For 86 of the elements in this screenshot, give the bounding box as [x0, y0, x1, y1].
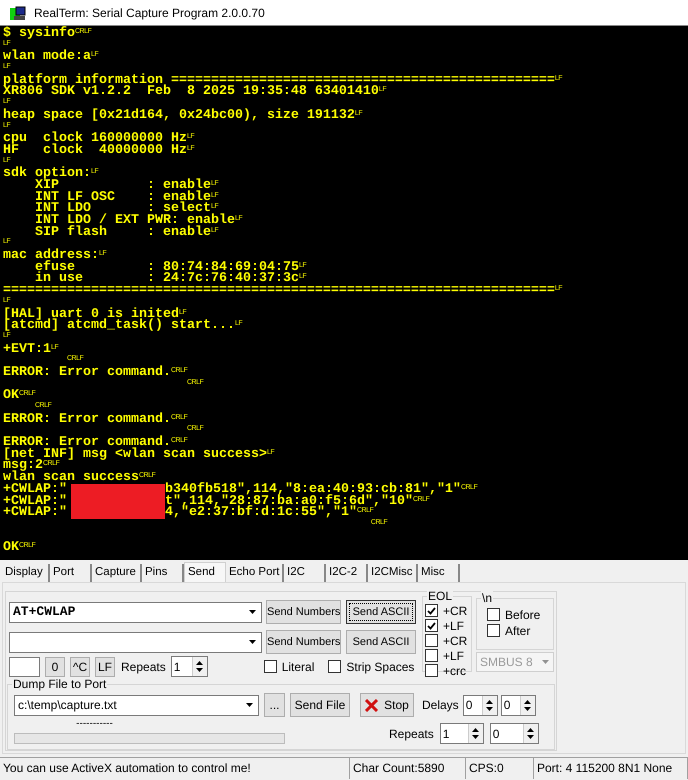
send-file-button[interactable]: Send File: [290, 693, 350, 717]
up-arrow-icon: [527, 728, 534, 732]
terminal-line: in use : 24:7c:76:40:37:3c: [35, 273, 299, 286]
spin-field[interactable]: 1: [170, 656, 208, 677]
spin-field[interactable]: 1: [440, 723, 484, 744]
progress-text: -----------: [76, 719, 113, 729]
terminal-line: HF clock 40000000 Hz: [3, 144, 187, 157]
terminal-line: wlan mode:a: [3, 51, 91, 64]
char-button[interactable]: 0: [45, 656, 65, 676]
eol-option: +CR: [443, 632, 468, 650]
command-combobox[interactable]: AT+CWLAP: [9, 602, 262, 622]
terminal-line: XR806 SDK v1.2.2 Feb 8 2025 19:35:48 63401410: [3, 86, 379, 98]
checkbox[interactable]: [425, 634, 438, 647]
terminal-line: +EVT:1: [3, 344, 51, 356]
up-arrow-icon: [486, 700, 494, 704]
checkbox[interactable]: [425, 664, 438, 677]
checkbox[interactable]: [487, 624, 500, 637]
window-title: RealTerm: Serial Capture Program 2.0.0.70: [34, 4, 265, 22]
terminal-line: SIP flash : enable: [35, 226, 211, 238]
newline-option: After: [505, 622, 530, 640]
send-button[interactable]: Send ASCII: [346, 600, 416, 624]
spin-field[interactable]: 0: [500, 694, 536, 716]
spin-field[interactable]: 0: [490, 723, 539, 744]
down-arrow-icon: [472, 735, 480, 739]
terminal-line: OK: [3, 542, 19, 554]
repeats-label: Repeats: [121, 658, 166, 676]
eol-option: +CR: [443, 602, 468, 620]
up-arrow-icon: [472, 728, 480, 732]
terminal-line: OK: [3, 390, 19, 402]
group-title: EOL: [427, 589, 454, 603]
delays-label: Delays: [422, 697, 459, 714]
down-arrow-icon: [524, 706, 532, 710]
newline-option: Before: [505, 606, 540, 624]
status-text: Port: 4 115200 8N1 None: [534, 758, 688, 779]
terminal-line: 4,"e2:37:bf:d:1c:55","1": [165, 507, 357, 519]
terminal-line: msg:2: [3, 460, 43, 472]
stop-button[interactable]: Stop: [360, 693, 414, 717]
repeats-label: Repeats: [389, 726, 434, 743]
browse-button[interactable]: ...: [264, 693, 285, 717]
checkbox[interactable]: [264, 660, 277, 673]
status-text: You can use ActiveX automation to control me!: [0, 758, 350, 779]
terminal-line: b340fb518",114,"8:ea:40:93:cb:81","1": [165, 484, 461, 496]
terminal-line: ERROR: Error command.: [3, 414, 171, 426]
down-arrow-icon: [196, 668, 204, 672]
status-text: Char Count:5890: [350, 758, 466, 779]
terminal-line: =====================================================================: [3, 285, 555, 297]
checkbox[interactable]: [425, 649, 438, 662]
terminal-line: [atcmd] atcmd_task() start...: [3, 320, 235, 332]
up-arrow-icon: [196, 661, 204, 665]
computer-icon: [10, 4, 26, 20]
status-text: CPS:0: [466, 758, 534, 779]
option-label: Literal: [282, 658, 314, 676]
eol-option: +crc: [443, 662, 466, 680]
eol-option: +LF: [443, 616, 464, 634]
char-button[interactable]: ^C: [70, 656, 90, 676]
terminal-line: t",114,"28:87:ba:a0:f5:6d","10": [165, 496, 413, 508]
down-arrow-icon: [527, 735, 534, 739]
terminal-line: ERROR: Error command.: [3, 366, 171, 379]
checkbox[interactable]: [328, 660, 342, 673]
tab[interactable]: Send: [184, 562, 226, 582]
checkbox[interactable]: [425, 604, 438, 617]
terminal-line: sdk option:: [3, 168, 91, 180]
command-combobox[interactable]: c:\temp\capture.txt: [14, 694, 259, 716]
char-button[interactable]: LF: [95, 656, 115, 676]
terminal-line: [net INF] msg <wlan scan success>: [3, 448, 267, 460]
terminal-line: $ sysinfo: [3, 28, 75, 40]
terminal-line: heap space [0x21d164, 0x24bc00), size 191132: [3, 110, 355, 122]
eol-option: +LF: [443, 646, 464, 664]
send-button[interactable]: Send ASCII: [346, 630, 416, 654]
checkbox[interactable]: [487, 608, 500, 621]
group-title: \n: [481, 591, 494, 605]
spin-field[interactable]: 0: [462, 694, 498, 716]
send-button[interactable]: Send Numbers: [266, 630, 341, 654]
send-button[interactable]: Send Numbers: [266, 600, 341, 624]
group-title: Dump File to Port: [12, 677, 108, 691]
down-arrow-icon: [542, 660, 549, 664]
down-arrow-icon: [249, 610, 256, 614]
up-arrow-icon: [524, 700, 532, 704]
cross-icon: [365, 698, 378, 712]
input-field[interactable]: [9, 656, 40, 676]
down-arrow-icon: [246, 703, 253, 707]
checkbox[interactable]: [425, 619, 438, 632]
down-arrow-icon: [486, 706, 494, 710]
command-combobox[interactable]: [9, 632, 262, 652]
option-label: Strip Spaces: [346, 658, 414, 676]
down-arrow-icon: [249, 640, 256, 644]
